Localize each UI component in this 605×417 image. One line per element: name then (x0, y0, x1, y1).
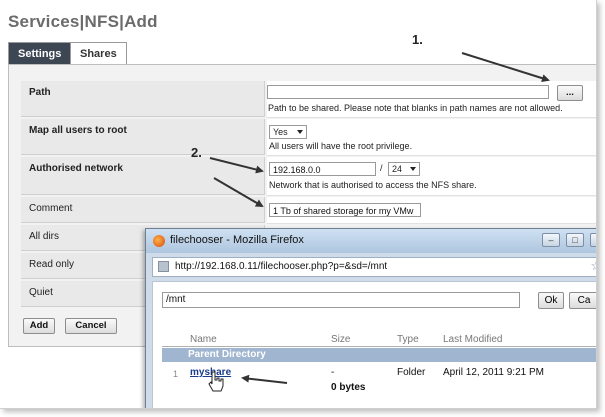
hand-cursor-icon (208, 371, 224, 392)
arrow-to-browse (461, 52, 550, 83)
annotation-arrows (208, 52, 550, 392)
arrow-to-myshare (241, 374, 288, 384)
arrow-to-comment (213, 177, 264, 208)
nas4free-page: Services|NFS|Add Settings Shares Path ..… (0, 0, 597, 409)
arrow-to-network (209, 157, 264, 174)
